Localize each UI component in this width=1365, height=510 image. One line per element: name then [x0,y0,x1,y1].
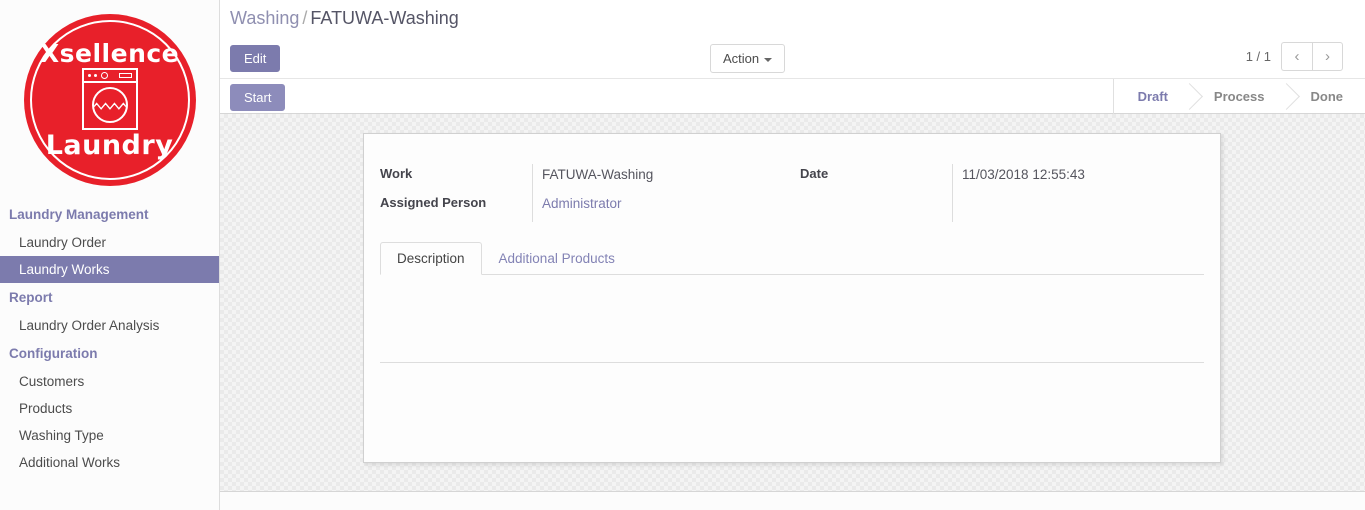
value-spacer [962,193,1220,222]
label-assigned-person: Assigned Person [380,195,487,210]
status-stage-process[interactable]: Process [1190,79,1287,114]
tab-pane-description[interactable] [380,275,1204,363]
form-group-left: Work Assigned Person FATUWA-Washing Admi… [364,164,792,222]
breadcrumb-parent[interactable]: Washing [230,8,299,28]
sidebar-section-laundry-management: Laundry Management [9,207,149,222]
brand-logo[interactable]: Xsellence Laundry [0,0,219,200]
panel-knob-icon [100,72,108,79]
sidebar-item-customers[interactable]: Customers [0,368,219,395]
pager-count: 1 / 1 [1245,49,1271,64]
pager: 1 / 1 ‹ › [1246,42,1343,71]
logo-top-text: Xsellence [39,39,180,68]
breadcrumb: Washing / FATUWA-Washing [220,0,1365,36]
form-sheet: Work Assigned Person FATUWA-Washing Admi… [363,133,1221,463]
sidebar-item-laundry-order[interactable]: Laundry Order [0,229,219,256]
notebook-tabs: Description Additional Products [380,242,1204,275]
application-window: Xsellence Laundry Laundry Management Lau… [0,0,1365,510]
panel-dot-1 [87,74,91,77]
logo-bottom-text: Laundry [45,130,174,161]
status-row: Start Draft Process Done [220,78,1365,114]
sidebar-item-laundry-works[interactable]: Laundry Works [0,256,219,283]
sidebar-item-additional-works[interactable]: Additional Works [0,449,219,476]
sidebar-item-laundry-order-analysis[interactable]: Laundry Order Analysis [0,312,219,339]
form-labels-left: Work Assigned Person [380,164,532,222]
record-toolbar: Edit Action 1 / 1 ‹ › [220,36,1365,78]
pager-previous-icon[interactable]: ‹ [1281,42,1312,71]
tab-additional-products[interactable]: Additional Products [482,242,632,275]
breadcrumb-current: FATUWA-Washing [310,8,459,28]
logo-circle: Xsellence Laundry [23,14,196,186]
washing-machine-icon [81,68,138,130]
label-date: Date [800,166,829,181]
value-assigned-person[interactable]: Administrator [542,193,792,222]
tab-description[interactable]: Description [380,242,482,275]
action-dropdown-button[interactable]: Action [710,44,786,73]
chevron-down-icon [764,57,773,62]
water-wave-icon [93,102,126,110]
breadcrumb-separator: / [302,8,308,28]
status-stage-draft[interactable]: Draft [1114,79,1190,114]
pager-buttons: ‹ › [1281,42,1343,71]
value-date: 11/03/2018 12:55:43 [962,167,1085,182]
value-work: FATUWA-Washing [542,167,654,182]
label-work: Work [380,166,413,181]
pager-next-icon[interactable]: › [1312,42,1343,71]
sidebar: Xsellence Laundry Laundry Management Lau… [0,0,220,510]
panel-bar-icon [118,73,132,78]
sidebar-item-washing-type[interactable]: Washing Type [0,422,219,449]
content-area: Work Assigned Person FATUWA-Washing Admi… [220,114,1365,491]
form-fields: Work Assigned Person FATUWA-Washing Admi… [364,134,1220,222]
status-pipeline: Draft Process Done [1112,79,1365,114]
washing-machine-drum [91,87,128,123]
form-values-left: FATUWA-Washing Administrator [532,164,792,222]
washing-machine-panel [83,70,136,83]
form-group-right: Date 11/03/2018 12:55:43 [792,164,1220,222]
label-spacer [800,193,952,222]
main-panel: Washing / FATUWA-Washing Edit Action 1 / 1… [220,0,1365,510]
sidebar-item-products[interactable]: Products [0,395,219,422]
action-label: Action [723,51,760,66]
bottom-bar [220,491,1365,510]
form-labels-right: Date [800,164,952,222]
sidebar-section-configuration: Configuration [9,346,98,361]
sidebar-section-report: Report [9,290,53,305]
notebook: Description Additional Products [380,242,1204,363]
form-values-right: 11/03/2018 12:55:43 [952,164,1220,222]
edit-button[interactable]: Edit [230,45,281,72]
panel-dot-2 [93,74,97,77]
start-button[interactable]: Start [230,84,286,111]
sidebar-menu: Laundry Management Laundry Order Laundry… [0,200,219,476]
